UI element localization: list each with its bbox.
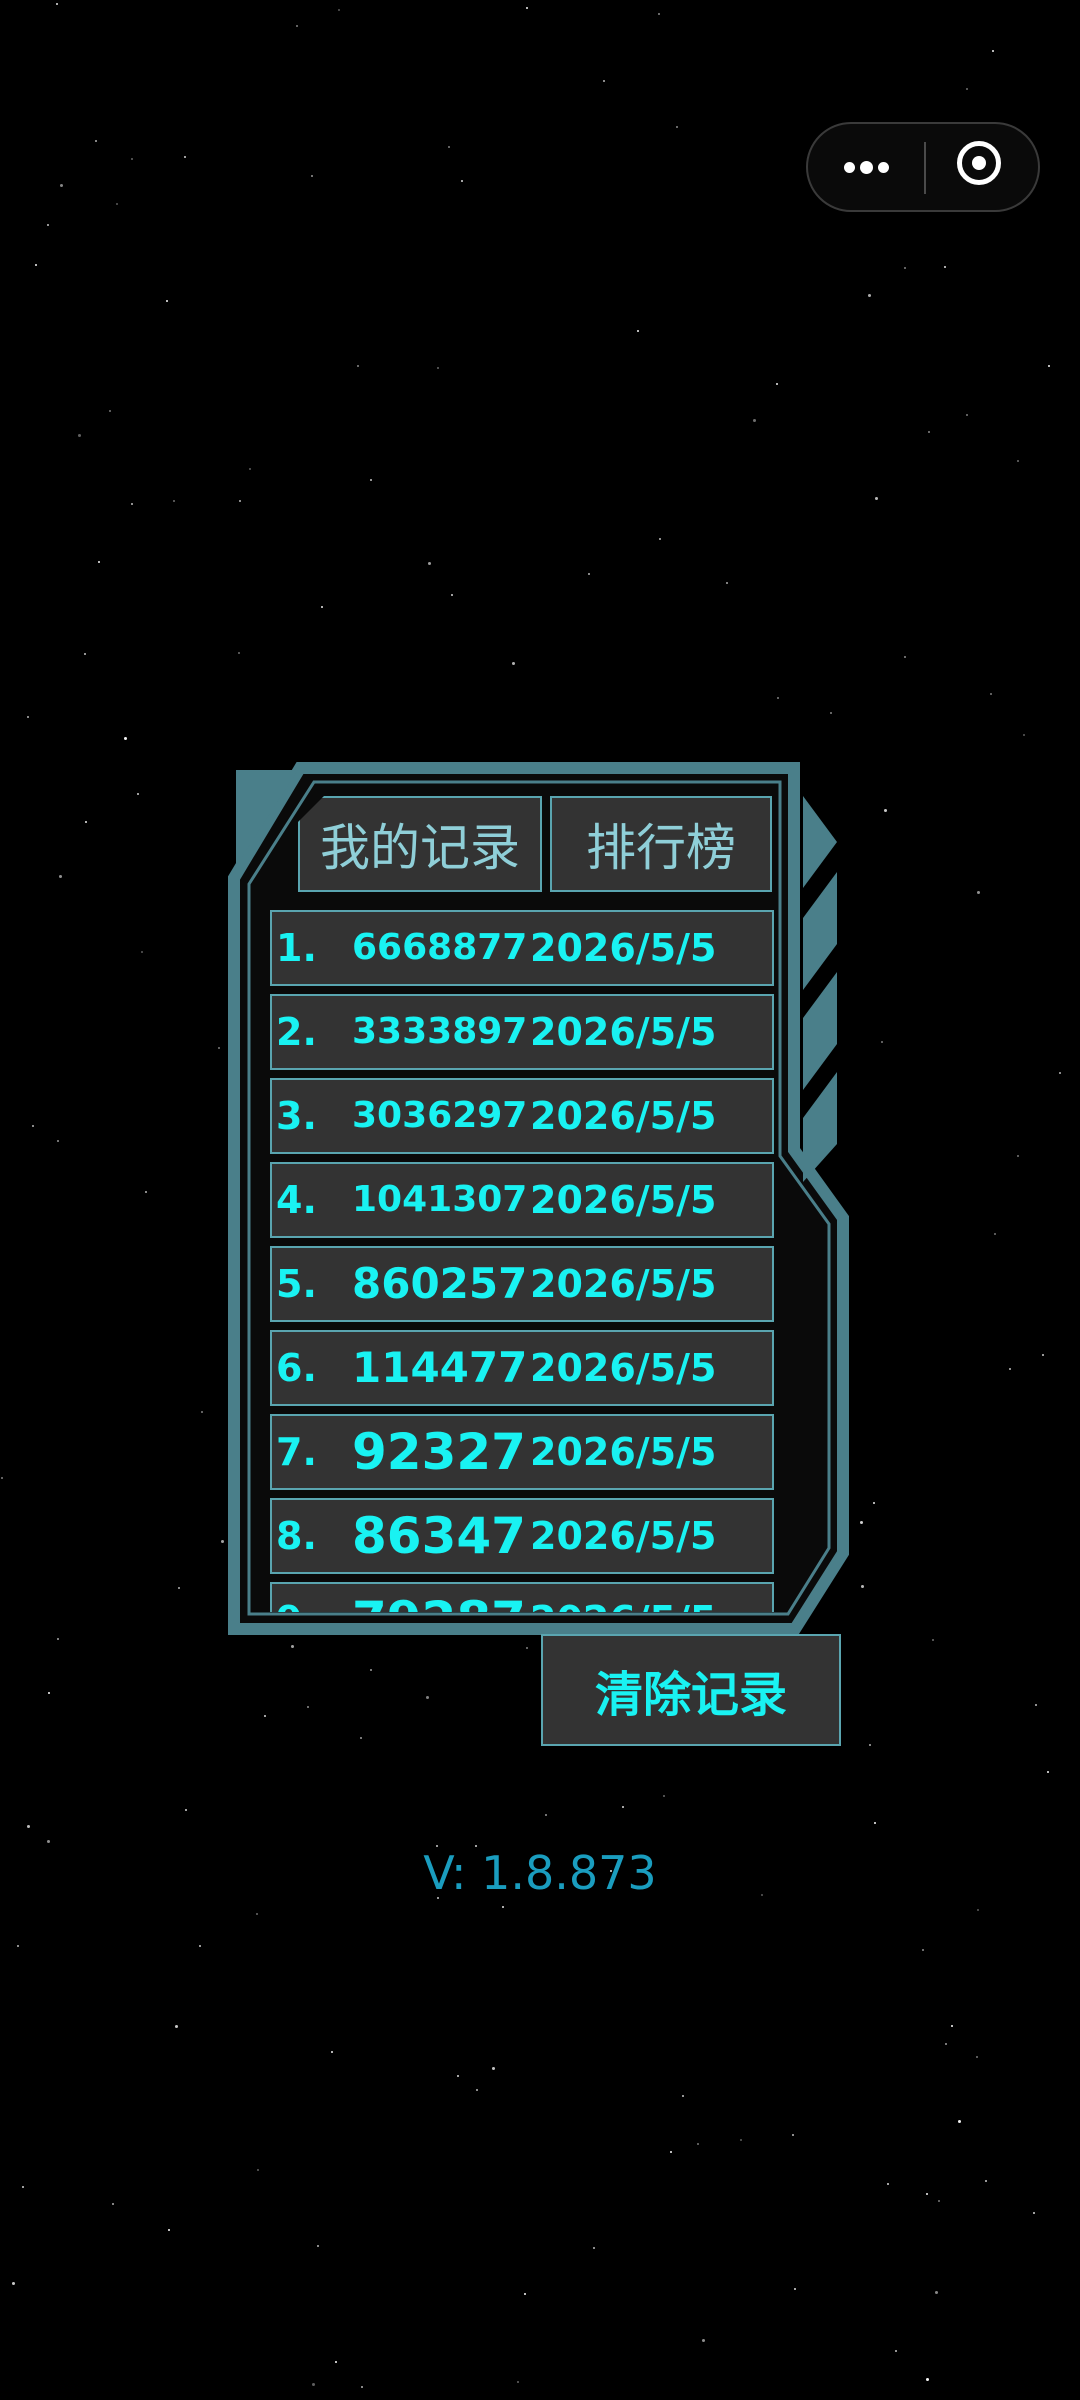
version-label: V: 1.8.873 — [423, 1846, 657, 1900]
record-rank: 1. — [276, 926, 317, 970]
record-rank: 4. — [276, 1178, 317, 1222]
record-row: 2. 3333897 2026/5/5 — [270, 994, 774, 1070]
record-score: 6668877 — [352, 927, 528, 968]
record-score: 1041307 — [352, 1179, 528, 1220]
clear-records-label: 清除记录 — [594, 1667, 787, 1723]
record-rank: 7. — [276, 1430, 317, 1474]
record-date: 2026/5/5 — [530, 926, 717, 970]
record-date: 2026/5/5 — [530, 1346, 717, 1390]
record-row: 9. 79287 2026/5/5 — [270, 1582, 774, 1612]
tab-my-records-label: 我的记录 — [320, 819, 520, 877]
record-rank: 8. — [276, 1514, 317, 1558]
tab-leaderboard[interactable]: 排行榜 — [550, 796, 772, 892]
record-score: 79287 — [352, 1584, 526, 1612]
record-row: 4. 1041307 2026/5/5 — [270, 1162, 774, 1238]
record-row: 8. 86347 2026/5/5 — [270, 1498, 774, 1574]
record-rank: 3. — [276, 1094, 317, 1138]
record-date: 2026/5/5 — [530, 1584, 716, 1612]
record-date: 2026/5/5 — [530, 1010, 717, 1054]
record-date: 2026/5/5 — [530, 1178, 717, 1222]
record-row: 1. 6668877 2026/5/5 — [270, 910, 774, 986]
record-score: 92327 — [352, 1423, 526, 1481]
record-row: 7. 92327 2026/5/5 — [270, 1414, 774, 1490]
record-score: 860257 — [352, 1259, 528, 1308]
record-date: 2026/5/5 — [530, 1094, 717, 1138]
tab-my-records[interactable]: 我的记录 — [298, 796, 542, 892]
record-date: 2026/5/5 — [530, 1430, 717, 1474]
record-rank: 6. — [276, 1346, 317, 1390]
record-rank: 9. — [276, 1584, 317, 1612]
record-score: 114477 — [352, 1343, 528, 1392]
record-date: 2026/5/5 — [530, 1262, 717, 1306]
record-score: 3333897 — [352, 1011, 528, 1052]
clear-records-button[interactable]: 清除记录 — [541, 1634, 841, 1746]
screen: 我的记录 排行榜 1. 6668877 2026/5/5 2. 3333897 … — [0, 0, 1080, 2400]
record-score: 3036297 — [352, 1095, 528, 1136]
tab-leaderboard-label: 排行榜 — [586, 819, 736, 877]
record-row: 5. 860257 2026/5/5 — [270, 1246, 774, 1322]
record-row: 3. 3036297 2026/5/5 — [270, 1078, 774, 1154]
record-date: 2026/5/5 — [530, 1514, 717, 1558]
record-list[interactable]: 1. 6668877 2026/5/5 2. 3333897 2026/5/5 … — [270, 906, 776, 1612]
record-score: 86347 — [352, 1507, 526, 1565]
record-rank: 2. — [276, 1010, 317, 1054]
record-row: 6. 114477 2026/5/5 — [270, 1330, 774, 1406]
record-rank: 5. — [276, 1262, 317, 1306]
